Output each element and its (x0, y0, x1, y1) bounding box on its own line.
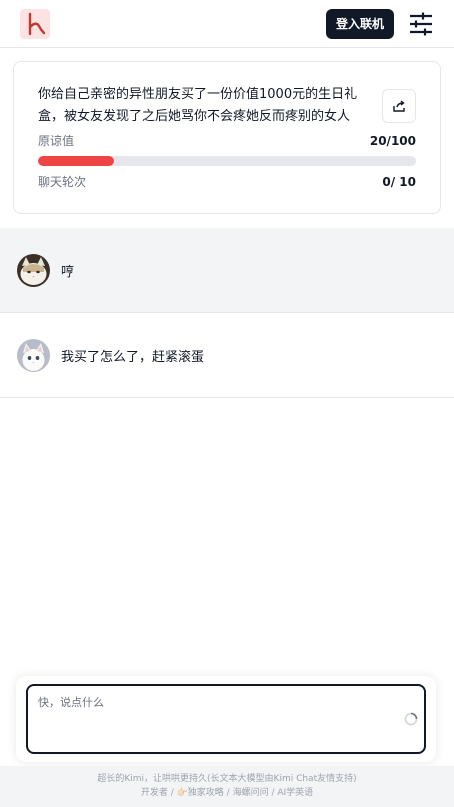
footer-tagline: 超长的Kimi，让哄哄更持久(长文本大模型由Kimi Chat友情支持) (97, 774, 357, 784)
app-header: 登入联机 (0, 0, 454, 48)
rounds-value: 0/ 10 (382, 174, 416, 189)
footer-links: 开发者 / 👉🏻独家攻略 / 海螺问问 / AI学英语 (140, 788, 314, 798)
loading-spinner-icon (404, 712, 418, 726)
chat-message-girlfriend: 哼 (0, 228, 454, 313)
message-text: 哼 (61, 264, 75, 280)
girlfriend-avatar (17, 253, 50, 287)
forgiveness-label: 原谅值 (38, 134, 75, 148)
composer (26, 684, 426, 754)
footer-link-ai-english[interactable]: AI学英语 (277, 788, 313, 798)
footer-link-hailuo[interactable]: 海螺问问 (233, 788, 269, 798)
message-input[interactable] (38, 694, 398, 744)
rounds-row: 聊天轮次 0/ 10 (38, 173, 416, 190)
forgiveness-value: 20/100 (369, 133, 416, 148)
header-actions: 登入联机 (325, 8, 434, 39)
footer-link-guide[interactable]: 👉🏻独家攻略 (177, 788, 224, 798)
user-avatar (17, 338, 50, 372)
share-button[interactable] (382, 89, 416, 123)
chat-message-user: 我买了怎么了，赶紧滚蛋 (0, 313, 454, 398)
k-logo-icon[interactable] (20, 8, 50, 39)
scenario-text: 你给自己亲密的异性朋友买了一份价值1000元的生日礼盒，被女友发现了之后她骂你不… (38, 87, 358, 124)
footer: 超长的Kimi，让哄哄更持久(长文本大模型由Kimi Chat友情支持) 开发者… (0, 766, 454, 807)
login-button[interactable]: 登入联机 (325, 8, 394, 39)
forgiveness-progress-fill (38, 156, 114, 166)
message-text: 我买了怎么了，赶紧滚蛋 (61, 349, 205, 365)
footer-link-developer[interactable]: 开发者 (141, 788, 168, 798)
scenario-card: 你给自己亲密的异性朋友买了一份价值1000元的生日礼盒，被女友发现了之后她骂你不… (13, 61, 441, 214)
forgiveness-row: 原谅值 20/100 (38, 132, 416, 149)
share-icon (393, 100, 405, 112)
forgiveness-progress-bar (38, 156, 416, 166)
sliders-icon[interactable] (408, 11, 434, 37)
composer-container (16, 676, 436, 762)
rounds-label: 聊天轮次 (38, 175, 87, 189)
